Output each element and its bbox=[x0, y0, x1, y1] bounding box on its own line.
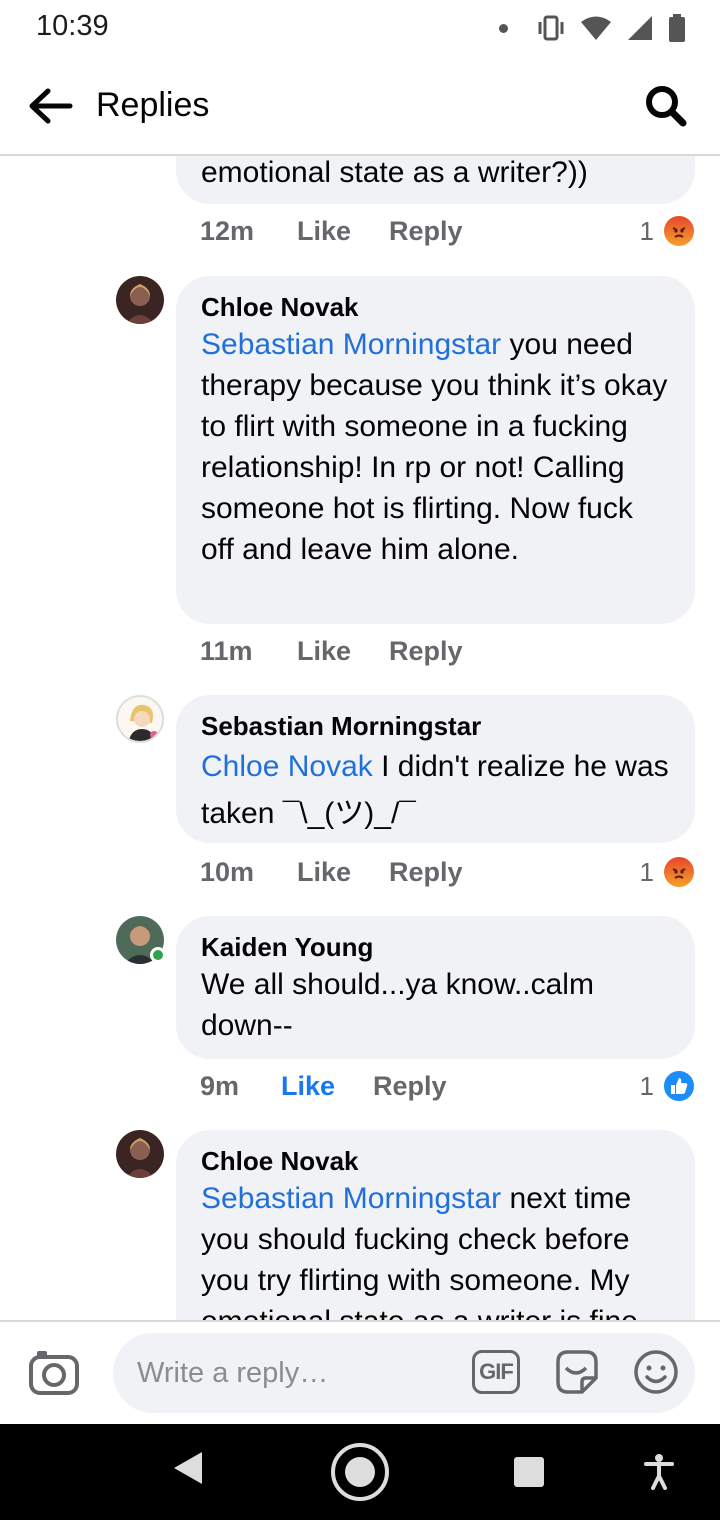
comment-bubble[interactable]: Chloe Novak Sebastian Morningstar next t… bbox=[176, 1130, 695, 1320]
emoji-button[interactable] bbox=[632, 1348, 680, 1396]
comment-text: Sebastian Morningstar you need therapy b… bbox=[201, 328, 668, 566]
comment-bubble[interactable]: emotional state as a writer?)) bbox=[176, 156, 695, 204]
signal-icon bbox=[628, 16, 652, 40]
nav-home-button[interactable] bbox=[331, 1443, 389, 1501]
accessibility-button[interactable] bbox=[644, 1454, 674, 1495]
arrow-left-icon bbox=[29, 88, 73, 124]
comment-time: 9m bbox=[200, 1071, 240, 1101]
comment-text: emotional state as a writer?)) bbox=[201, 156, 588, 189]
reaction-summary[interactable]: 1 bbox=[640, 1069, 696, 1103]
nav-back-button[interactable] bbox=[172, 1450, 204, 1491]
comment-author[interactable]: Sebastian Morningstar bbox=[201, 709, 671, 743]
reaction-summary[interactable]: 1 bbox=[640, 855, 696, 889]
gif-button[interactable]: GIF bbox=[472, 1350, 520, 1394]
reply-button[interactable]: Reply bbox=[373, 1071, 447, 1102]
comment-text: Chloe Novak I didn't realize he was take… bbox=[201, 750, 669, 830]
page-title: Replies bbox=[96, 86, 210, 124]
comment-time: 11m bbox=[200, 636, 253, 666]
comment-text: Sebastian Morningstar next time you shou… bbox=[201, 1182, 638, 1320]
camera-icon bbox=[29, 1351, 79, 1395]
like-button[interactable]: Like bbox=[297, 216, 389, 247]
online-status-indicator bbox=[150, 947, 166, 963]
like-button[interactable]: Like bbox=[297, 636, 389, 667]
header: Replies bbox=[0, 56, 720, 156]
system-navigation-bar bbox=[0, 1424, 720, 1520]
comment-time: 10m bbox=[200, 857, 255, 887]
like-button[interactable]: Like bbox=[297, 857, 389, 888]
comment-author[interactable]: Kaiden Young bbox=[201, 930, 671, 964]
accessibility-icon bbox=[644, 1454, 674, 1490]
status-time: 10:39 bbox=[36, 10, 109, 42]
search-icon bbox=[646, 86, 687, 127]
reply-button[interactable]: Reply bbox=[389, 857, 463, 888]
nav-back-icon bbox=[174, 1452, 202, 1484]
comment-text: We all should...ya know..calm down-- bbox=[201, 968, 594, 1042]
status-bar: 10:39 bbox=[0, 0, 720, 56]
reaction-count: 1 bbox=[639, 1070, 654, 1101]
mention-link[interactable]: Chloe Novak bbox=[201, 750, 373, 783]
sticker-icon bbox=[556, 1350, 598, 1394]
notification-dot-icon bbox=[499, 23, 508, 33]
comment-bubble[interactable]: Chloe Novak Sebastian Morningstar you ne… bbox=[176, 276, 695, 624]
avatar[interactable] bbox=[116, 695, 164, 743]
angry-reaction-icon bbox=[662, 214, 696, 248]
battery-icon bbox=[669, 14, 685, 42]
status-icons bbox=[499, 14, 686, 42]
like-button-active[interactable]: Like bbox=[281, 1071, 373, 1102]
reply-input[interactable] bbox=[113, 1333, 695, 1413]
comment-actions: 12m Like Reply bbox=[200, 216, 463, 247]
reply-button[interactable]: Reply bbox=[389, 216, 463, 247]
wifi-icon bbox=[581, 16, 611, 40]
reaction-summary[interactable]: 1 bbox=[640, 214, 696, 248]
comment-actions: 10m Like Reply bbox=[200, 857, 463, 888]
replies-thread[interactable]: emotional state as a writer?)) 12m Like … bbox=[0, 156, 720, 1320]
comment-bubble[interactable]: Sebastian Morningstar Chloe Novak I didn… bbox=[176, 695, 695, 843]
comment-author[interactable]: Chloe Novak bbox=[201, 1144, 671, 1178]
comment-actions: 11m Like Reply bbox=[200, 636, 463, 667]
mention-link[interactable]: Sebastian Morningstar bbox=[201, 1182, 501, 1215]
avatar[interactable] bbox=[116, 1130, 164, 1178]
comment-bubble[interactable]: Kaiden Young We all should...ya know..ca… bbox=[176, 916, 695, 1059]
like-reaction-icon bbox=[662, 1069, 696, 1103]
angry-reaction-icon bbox=[662, 855, 696, 889]
comment-time: 12m bbox=[200, 216, 255, 246]
emoji-icon bbox=[634, 1350, 678, 1394]
search-button[interactable] bbox=[638, 78, 694, 134]
comment-author[interactable]: Chloe Novak bbox=[201, 290, 671, 324]
reply-button[interactable]: Reply bbox=[389, 636, 463, 667]
reaction-count: 1 bbox=[639, 215, 654, 246]
sticker-button[interactable] bbox=[552, 1348, 600, 1396]
mention-link[interactable]: Sebastian Morningstar bbox=[201, 328, 501, 361]
vibrate-icon bbox=[538, 15, 564, 41]
back-button[interactable] bbox=[22, 78, 78, 134]
nav-recents-button[interactable] bbox=[514, 1457, 544, 1487]
reply-composer: GIF bbox=[0, 1320, 720, 1424]
camera-button[interactable] bbox=[28, 1348, 84, 1400]
avatar[interactable] bbox=[116, 276, 164, 324]
comment-actions: 9m Like Reply bbox=[200, 1071, 447, 1102]
reaction-count: 1 bbox=[639, 856, 654, 887]
nav-home-icon bbox=[345, 1457, 375, 1487]
